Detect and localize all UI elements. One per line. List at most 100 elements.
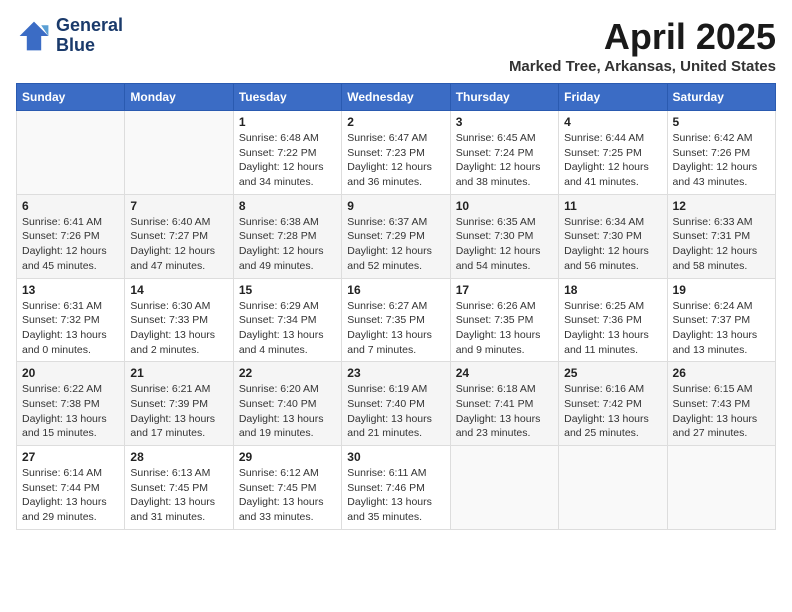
day-number: 9 xyxy=(347,199,444,213)
calendar-cell: 30 Sunrise: 6:11 AMSunset: 7:46 PMDayligh… xyxy=(342,446,450,530)
day-number: 8 xyxy=(239,199,336,213)
day-info: Sunrise: 6:45 AMSunset: 7:24 PMDaylight:… xyxy=(456,131,553,190)
day-number: 19 xyxy=(673,283,770,297)
day-info: Sunrise: 6:48 AMSunset: 7:22 PMDaylight:… xyxy=(239,131,336,190)
logo-icon xyxy=(16,18,52,54)
day-info: Sunrise: 6:11 AMSunset: 7:46 PMDaylight:… xyxy=(347,466,444,525)
day-number: 6 xyxy=(22,199,119,213)
calendar-cell: 12Sunrise: 6:33 AMSunset: 7:31 PMDayligh… xyxy=(667,194,775,278)
day-number: 29 xyxy=(239,450,336,464)
day-number: 2 xyxy=(347,115,444,129)
day-info: Sunrise: 6:35 AMSunset: 7:30 PMDaylight:… xyxy=(456,215,553,274)
day-info: Sunrise: 6:40 AMSunset: 7:27 PMDaylight:… xyxy=(130,215,227,274)
calendar-cell: 7 Sunrise: 6:40 AMSunset: 7:27 PMDaylight… xyxy=(125,194,233,278)
calendar-cell: 2 Sunrise: 6:47 AMSunset: 7:23 PMDaylight… xyxy=(342,111,450,195)
calendar-cell: 23 Sunrise: 6:19 AMSunset: 7:40 PMDayligh… xyxy=(342,362,450,446)
calendar-table: SundayMondayTuesdayWednesdayThursdayFrid… xyxy=(16,83,776,530)
calendar-cell: 8Sunrise: 6:38 AMSunset: 7:28 PMDaylight… xyxy=(233,194,341,278)
day-number: 21 xyxy=(130,366,227,380)
day-number: 27 xyxy=(22,450,119,464)
calendar-week-row: 27 Sunrise: 6:14 AMSunset: 7:44 PMDayligh… xyxy=(17,446,776,530)
day-number: 13 xyxy=(22,283,119,297)
calendar-week-row: 1 Sunrise: 6:48 AMSunset: 7:22 PMDaylight… xyxy=(17,111,776,195)
calendar-cell: 19 Sunrise: 6:24 AMSunset: 7:37 PMDayligh… xyxy=(667,278,775,362)
calendar-cell: 18 Sunrise: 6:25 AMSunset: 7:36 PMDayligh… xyxy=(559,278,667,362)
calendar-cell xyxy=(450,446,558,530)
weekday-header-sunday: Sunday xyxy=(17,84,125,111)
calendar-cell: 5 Sunrise: 6:42 AMSunset: 7:26 PMDaylight… xyxy=(667,111,775,195)
calendar-cell: 24 Sunrise: 6:18 AMSunset: 7:41 PMDayligh… xyxy=(450,362,558,446)
calendar-week-row: 6 Sunrise: 6:41 AMSunset: 7:26 PMDaylight… xyxy=(17,194,776,278)
day-info: Sunrise: 6:16 AMSunset: 7:42 PMDaylight:… xyxy=(564,382,661,441)
day-info: Sunrise: 6:27 AMSunset: 7:35 PMDaylight:… xyxy=(347,299,444,358)
day-info: Sunrise: 6:18 AMSunset: 7:41 PMDaylight:… xyxy=(456,382,553,441)
day-info: Sunrise: 6:24 AMSunset: 7:37 PMDaylight:… xyxy=(673,299,770,358)
calendar-cell: 14Sunrise: 6:30 AMSunset: 7:33 PMDayligh… xyxy=(125,278,233,362)
weekday-header-row: SundayMondayTuesdayWednesdayThursdayFrid… xyxy=(17,84,776,111)
day-number: 24 xyxy=(456,366,553,380)
day-info: Sunrise: 6:15 AMSunset: 7:43 PMDaylight:… xyxy=(673,382,770,441)
day-info: Sunrise: 6:19 AMSunset: 7:40 PMDaylight:… xyxy=(347,382,444,441)
calendar-cell: 26 Sunrise: 6:15 AMSunset: 7:43 PMDayligh… xyxy=(667,362,775,446)
calendar-cell: 4 Sunrise: 6:44 AMSunset: 7:25 PMDaylight… xyxy=(559,111,667,195)
weekday-header-saturday: Saturday xyxy=(667,84,775,111)
day-number: 26 xyxy=(673,366,770,380)
calendar-cell: 1 Sunrise: 6:48 AMSunset: 7:22 PMDaylight… xyxy=(233,111,341,195)
day-info: Sunrise: 6:22 AMSunset: 7:38 PMDaylight:… xyxy=(22,382,119,441)
day-info: Sunrise: 6:13 AMSunset: 7:45 PMDaylight:… xyxy=(130,466,227,525)
calendar-cell: 21 Sunrise: 6:21 AMSunset: 7:39 PMDayligh… xyxy=(125,362,233,446)
day-number: 10 xyxy=(456,199,553,213)
day-info: Sunrise: 6:37 AMSunset: 7:29 PMDaylight:… xyxy=(347,215,444,274)
day-info: Sunrise: 6:12 AMSunset: 7:45 PMDaylight:… xyxy=(239,466,336,525)
calendar-cell: 3Sunrise: 6:45 AMSunset: 7:24 PMDaylight… xyxy=(450,111,558,195)
page-header: General Blue April 2025 Marked Tree, Ark… xyxy=(16,16,776,75)
calendar-cell: 11 Sunrise: 6:34 AMSunset: 7:30 PMDayligh… xyxy=(559,194,667,278)
day-info: Sunrise: 6:25 AMSunset: 7:36 PMDaylight:… xyxy=(564,299,661,358)
weekday-header-monday: Monday xyxy=(125,84,233,111)
day-info: Sunrise: 6:14 AMSunset: 7:44 PMDaylight:… xyxy=(22,466,119,525)
calendar-cell: 17 Sunrise: 6:26 AMSunset: 7:35 PMDayligh… xyxy=(450,278,558,362)
day-info: Sunrise: 6:34 AMSunset: 7:30 PMDaylight:… xyxy=(564,215,661,274)
day-number: 1 xyxy=(239,115,336,129)
weekday-header-wednesday: Wednesday xyxy=(342,84,450,111)
calendar-cell: 27 Sunrise: 6:14 AMSunset: 7:44 PMDayligh… xyxy=(17,446,125,530)
day-number: 30 xyxy=(347,450,444,464)
calendar-cell xyxy=(17,111,125,195)
day-number: 25 xyxy=(564,366,661,380)
day-info: Sunrise: 6:26 AMSunset: 7:35 PMDaylight:… xyxy=(456,299,553,358)
day-info: Sunrise: 6:21 AMSunset: 7:39 PMDaylight:… xyxy=(130,382,227,441)
weekday-header-thursday: Thursday xyxy=(450,84,558,111)
day-number: 18 xyxy=(564,283,661,297)
calendar-cell xyxy=(559,446,667,530)
location-subtitle: Marked Tree, Arkansas, United States xyxy=(509,58,776,75)
day-number: 17 xyxy=(456,283,553,297)
calendar-cell xyxy=(125,111,233,195)
calendar-cell: 25 Sunrise: 6:16 AMSunset: 7:42 PMDayligh… xyxy=(559,362,667,446)
weekday-header-tuesday: Tuesday xyxy=(233,84,341,111)
day-number: 23 xyxy=(347,366,444,380)
day-number: 7 xyxy=(130,199,227,213)
day-info: Sunrise: 6:44 AMSunset: 7:25 PMDaylight:… xyxy=(564,131,661,190)
day-info: Sunrise: 6:29 AMSunset: 7:34 PMDaylight:… xyxy=(239,299,336,358)
day-number: 22 xyxy=(239,366,336,380)
day-number: 15 xyxy=(239,283,336,297)
day-number: 5 xyxy=(673,115,770,129)
calendar-cell: 16 Sunrise: 6:27 AMSunset: 7:35 PMDayligh… xyxy=(342,278,450,362)
logo-text: General Blue xyxy=(56,16,123,56)
calendar-cell: 22 Sunrise: 6:20 AMSunset: 7:40 PMDayligh… xyxy=(233,362,341,446)
calendar-cell: 10 Sunrise: 6:35 AMSunset: 7:30 PMDayligh… xyxy=(450,194,558,278)
day-info: Sunrise: 6:33 AMSunset: 7:31 PMDaylight:… xyxy=(673,215,770,274)
day-number: 4 xyxy=(564,115,661,129)
calendar-week-row: 13 Sunrise: 6:31 AMSunset: 7:32 PMDayligh… xyxy=(17,278,776,362)
day-info: Sunrise: 6:47 AMSunset: 7:23 PMDaylight:… xyxy=(347,131,444,190)
day-info: Sunrise: 6:41 AMSunset: 7:26 PMDaylight:… xyxy=(22,215,119,274)
weekday-header-friday: Friday xyxy=(559,84,667,111)
day-info: Sunrise: 6:42 AMSunset: 7:26 PMDaylight:… xyxy=(673,131,770,190)
calendar-cell: 20 Sunrise: 6:22 AMSunset: 7:38 PMDayligh… xyxy=(17,362,125,446)
day-number: 16 xyxy=(347,283,444,297)
day-info: Sunrise: 6:20 AMSunset: 7:40 PMDaylight:… xyxy=(239,382,336,441)
day-info: Sunrise: 6:31 AMSunset: 7:32 PMDaylight:… xyxy=(22,299,119,358)
day-number: 20 xyxy=(22,366,119,380)
calendar-cell: 28Sunrise: 6:13 AMSunset: 7:45 PMDayligh… xyxy=(125,446,233,530)
day-number: 11 xyxy=(564,199,661,213)
